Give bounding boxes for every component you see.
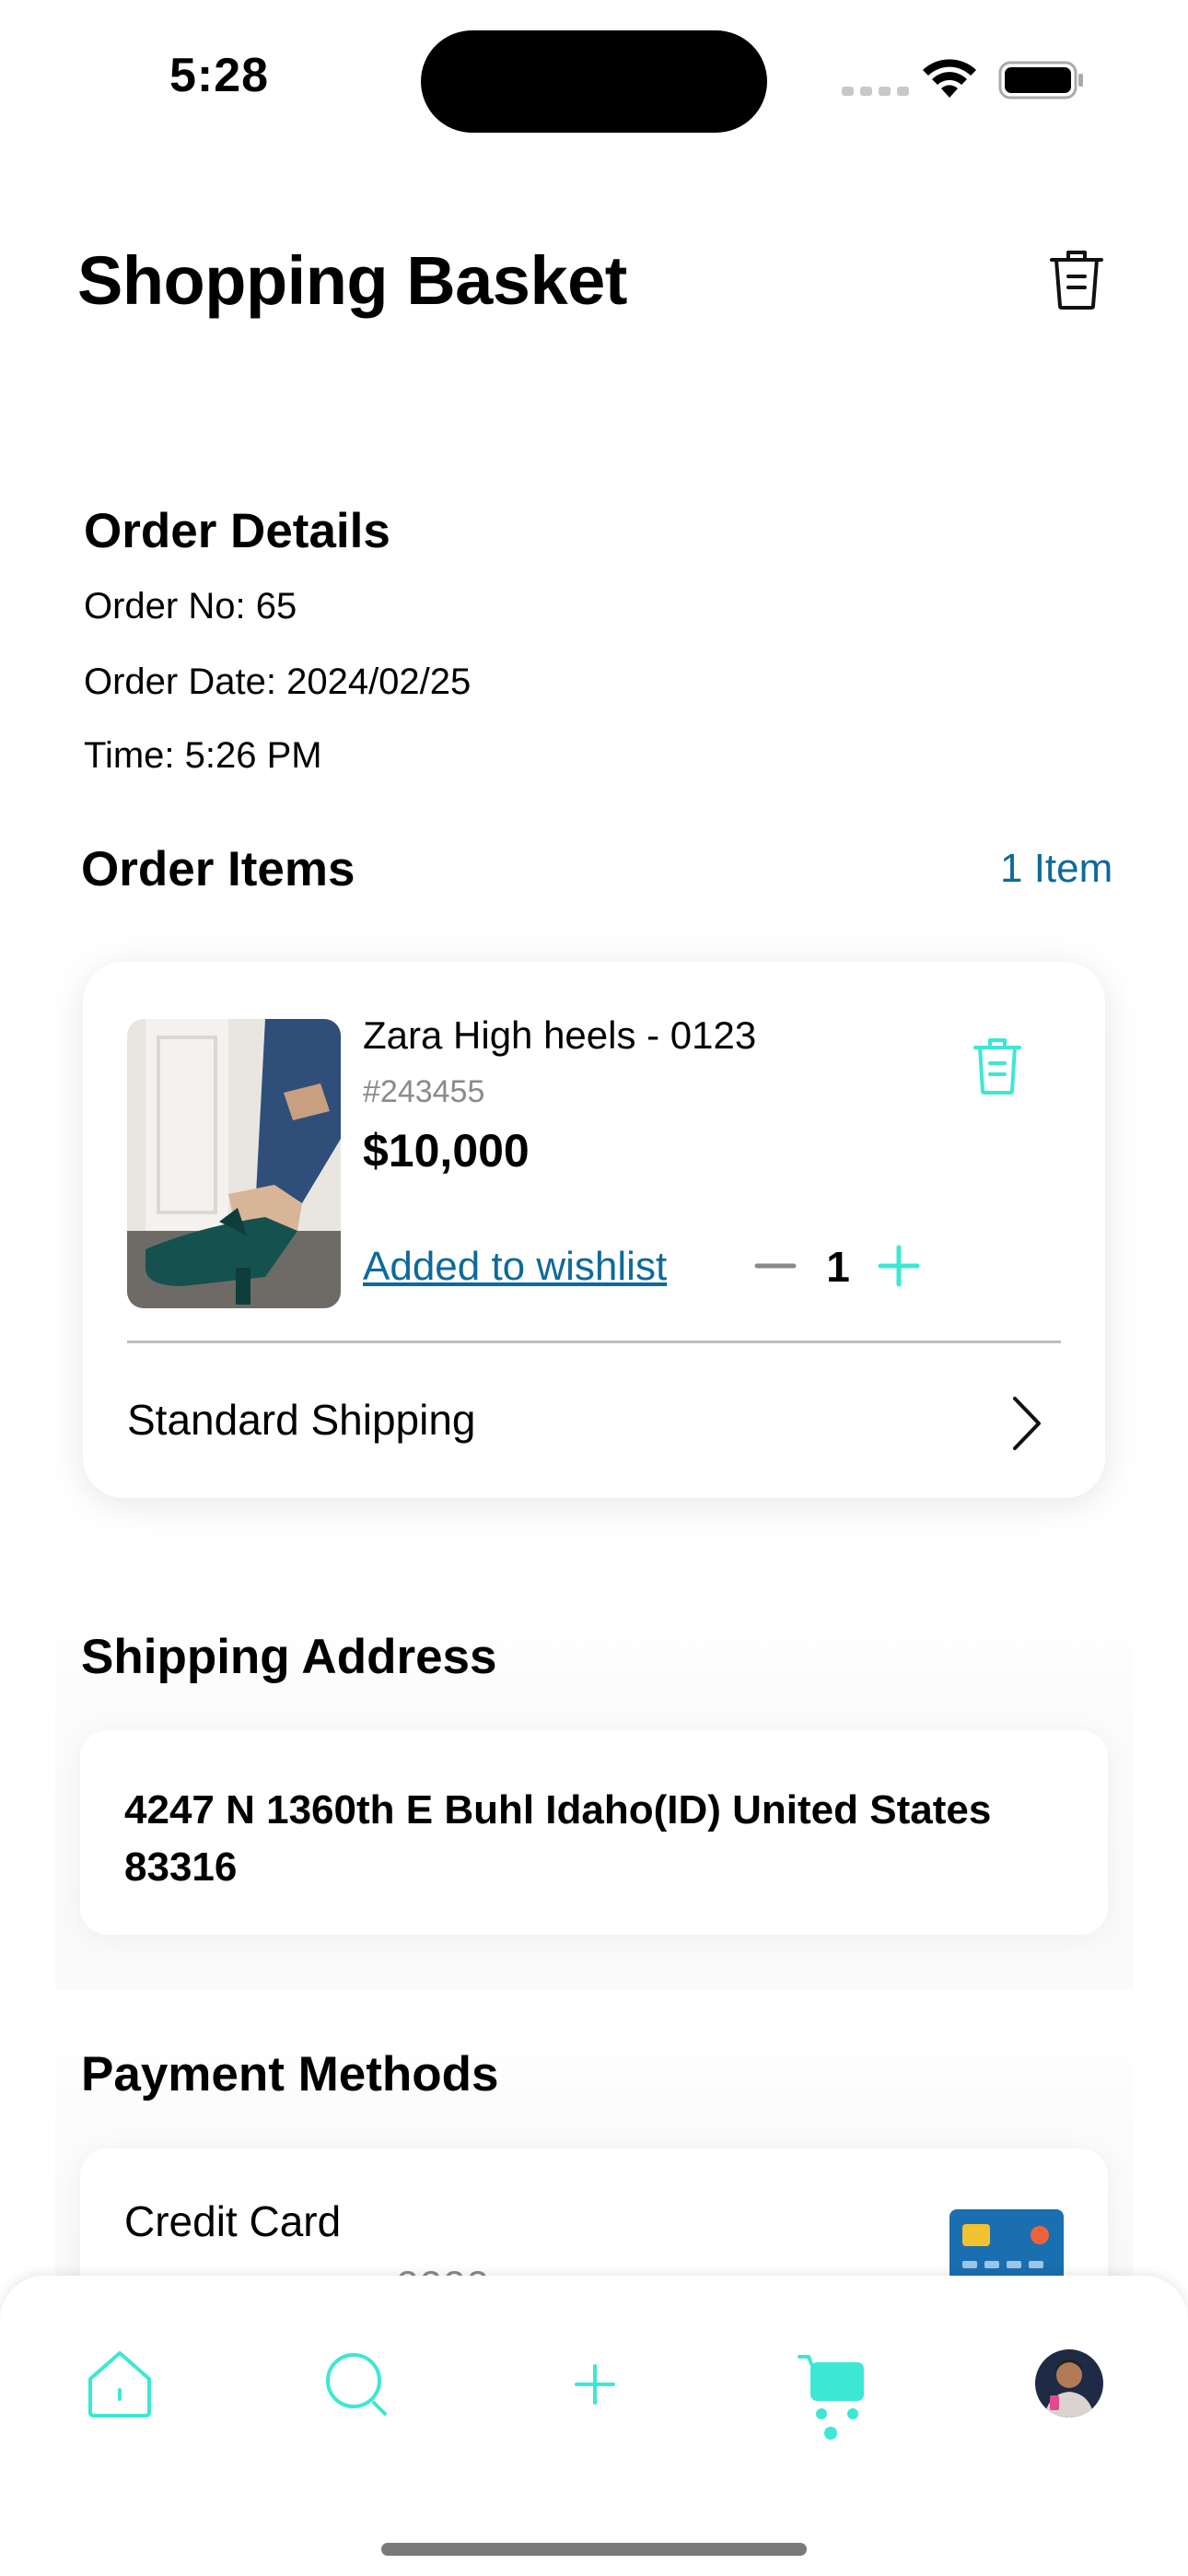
plus-icon[interactable]	[871, 1238, 926, 1294]
shopping-basket-screen: 5:28 Shopping Basket Order Details Order…	[0, 0, 1188, 2576]
chevron-right-icon[interactable]	[1009, 1395, 1042, 1452]
address-card[interactable]: 4247 N 1360th E Buhl Idaho(ID) United St…	[80, 1730, 1108, 1935]
page-title: Shopping Basket	[77, 242, 627, 319]
home-icon[interactable]	[81, 2346, 158, 2423]
product-sku: #243455	[363, 1074, 485, 1109]
wishlist-link[interactable]: Added to wishlist	[363, 1244, 667, 1290]
order-items-title: Order Items	[81, 842, 355, 896]
payment-method-name: Credit Card	[124, 2197, 342, 2245]
plus-icon[interactable]	[556, 2346, 634, 2423]
minus-icon[interactable]	[748, 1238, 803, 1294]
order-item-card: Zara High heels - 0123 #243455 $10,000 A…	[83, 962, 1105, 1498]
shipping-address-title: Shipping Address	[81, 1630, 497, 1684]
items-count: 1 Item	[1000, 846, 1113, 891]
order-number: Order No: 65	[84, 586, 297, 626]
bottom-tab-bar	[0, 2276, 1188, 2576]
shipping-method[interactable]: Standard Shipping	[127, 1395, 476, 1445]
product-price: $10,000	[363, 1125, 530, 1177]
payment-methods-title: Payment Methods	[81, 2047, 499, 2102]
search-icon[interactable]	[319, 2346, 396, 2423]
dynamic-island	[421, 30, 767, 133]
home-indicator[interactable]	[381, 2543, 807, 2556]
remove-item-trash-icon[interactable]	[973, 1036, 1022, 1096]
order-details-title: Order Details	[84, 504, 390, 558]
trash-icon[interactable]	[1048, 247, 1105, 311]
product-name[interactable]: Zara High heels - 0123	[363, 1013, 756, 1058]
address-text: 4247 N 1360th E Buhl Idaho(ID) United St…	[124, 1787, 992, 1890]
wifi-icon	[923, 59, 976, 98]
status-time: 5:28	[169, 49, 270, 102]
quantity-value: 1	[826, 1243, 850, 1291]
cellular-signal-icon	[842, 87, 909, 96]
cart-icon[interactable]	[794, 2346, 871, 2423]
active-tab-indicator	[824, 2427, 837, 2440]
order-time: Time: 5:26 PM	[84, 735, 322, 776]
profile-avatar[interactable]	[1035, 2349, 1103, 2418]
order-date: Order Date: 2024/02/25	[84, 662, 472, 702]
divider	[127, 1341, 1061, 1343]
battery-icon	[998, 61, 1083, 100]
product-image[interactable]	[127, 1019, 341, 1308]
